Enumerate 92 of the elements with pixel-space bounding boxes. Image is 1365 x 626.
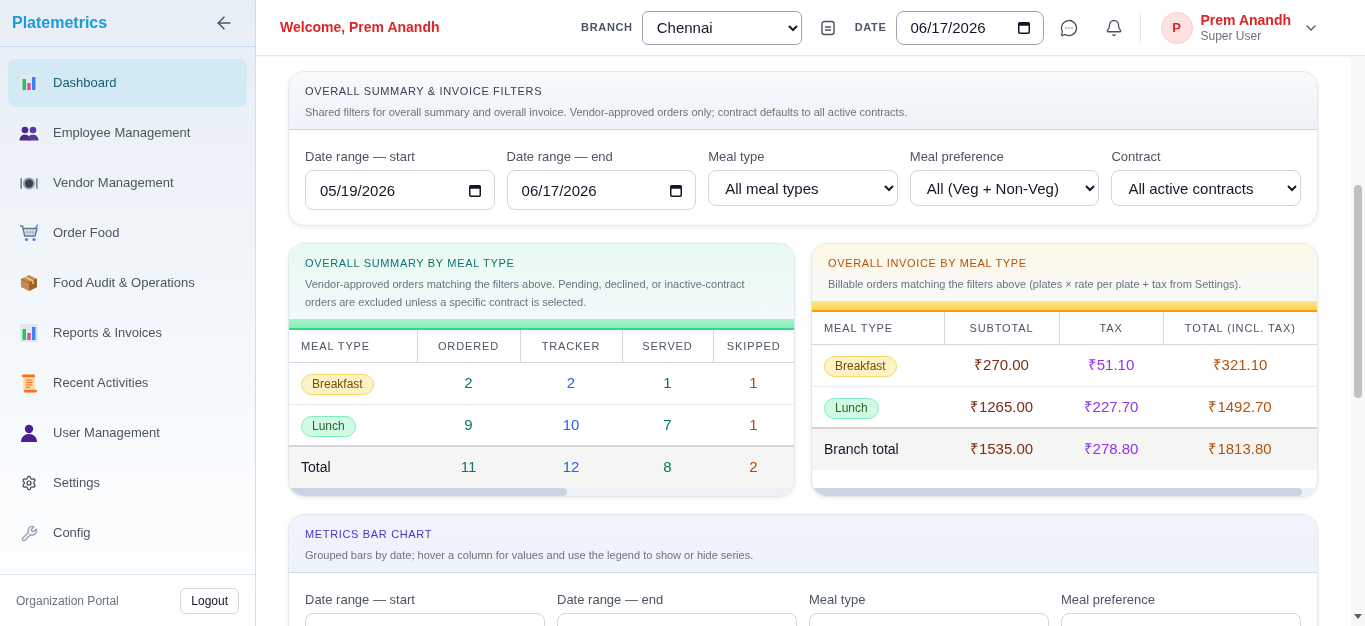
column-header: SUBTOTAL [944,312,1059,344]
card-description: Vendor-approved orders matching the filters above. Pending, declined, or inactive-contract orders are excluded unless a specific contract is selected. [305,277,746,310]
table-cell: 7 [622,404,713,446]
column-header: TOTAL (INCL. TAX) [1163,312,1317,344]
field-label: Date range — end [506,149,614,165]
card-title: METRICS BAR CHART [305,527,434,542]
chat-icon[interactable] [1059,18,1078,37]
table-cell: Branch total [812,428,944,470]
select-field[interactable]: All (Veg + Non-Veg) [909,170,1100,206]
calendar-icon[interactable] [468,183,481,197]
date-field[interactable]: 06/17/2026 [895,10,1044,45]
table-cell: ₹1492.70 [1163,386,1317,428]
sidebar-item[interactable]: Settings [8,459,247,507]
scrollbar-thumb[interactable] [1354,185,1362,398]
sidebar-item[interactable]: Vendor Management [8,159,247,207]
card-description: Shared filters for overall summary and overall invoice. Vendor-approved orders only; contract defaults to all active contracts. [305,105,909,120]
sidebar-item[interactable]: Food Audit & Operations [8,259,247,307]
cart-icon [19,224,39,242]
column-header: TAX [1059,312,1163,344]
meal-type-tag: Breakfast [301,374,374,395]
welcome-text: Welcome, Prem Anandh [280,18,440,37]
meal-type-tag: Lunch [301,415,356,437]
table-cell: 2 [520,362,622,404]
table-cell: 10 [520,404,622,446]
field-label: Date range — end [557,592,665,608]
user-role: Super User [1200,28,1263,44]
branch-select[interactable]: Chennai [641,10,802,45]
table-cell: ₹270.00 [944,344,1059,386]
meal-type-tag: Breakfast [824,356,897,377]
calendar-icon[interactable] [1017,21,1030,34]
column-header: ORDERED [417,330,520,362]
settings-icon [21,475,37,491]
people-icon [19,125,39,141]
date-field[interactable]: 05/19/2026 [305,170,495,210]
table-cell: 1 [622,362,713,404]
sidebar-item[interactable]: User Management [8,409,247,457]
column-header: MEAL TYPE [812,312,944,344]
table-cell: 2 [417,362,520,404]
field-label: Meal preference [909,149,1005,165]
app-logo: Platemetrics [12,13,108,33]
calendar-icon[interactable] [670,183,683,197]
portal-label: Organization Portal [16,592,119,610]
user-name: Prem Anandh [1200,11,1291,29]
wrench-icon [20,524,38,542]
bar-chart-icon [20,324,38,342]
plate-icon [20,175,38,191]
card-title: OVERALL SUMMARY BY MEAL TYPE [305,256,516,271]
date-field[interactable]: 06/17/2026 [506,170,697,210]
column-header: SKIPPED [713,330,794,362]
logout-button[interactable]: Logout [180,587,239,614]
branch-label: BRANCH [581,20,633,36]
field-label: Meal preference [1061,592,1156,608]
card-title: OVERALL INVOICE BY MEAL TYPE [828,256,1028,271]
sidebar-item[interactable]: Order Food [8,209,247,257]
scroll-icon [20,373,38,393]
sidebar-item[interactable]: Recent Activities [8,359,247,407]
bar-chart-icon [20,74,38,92]
sidebar-item[interactable]: Config [8,509,247,557]
user-avatar[interactable]: P [1160,11,1193,44]
notification-bell-icon[interactable] [1104,18,1123,37]
field-label: Meal type [708,149,766,165]
sidebar-item[interactable]: Employee Management [8,109,247,157]
meal-type-tag: Lunch [824,397,879,419]
card-description: Billable orders matching the filters above (plates × rate per plate + tax from Settings). [828,277,1243,292]
table-cell: 1 [713,362,794,404]
table-cell: 1 [713,404,794,446]
field-label: Date range — start [305,149,416,165]
scroll-down-icon[interactable] [1354,614,1362,619]
sidebar-item[interactable]: Reports & Invoices [8,309,247,357]
box-icon [20,274,38,292]
table-cell: ₹278.80 [1059,428,1163,470]
document-icon[interactable] [819,19,836,36]
column-header: SERVED [622,330,713,362]
table-cell: ₹51.10 [1059,344,1163,386]
field-label: Meal type [809,592,867,608]
date-label: DATE [854,20,887,36]
select-field[interactable]: All active contracts [1111,170,1301,206]
card-title: OVERALL SUMMARY & INVOICE FILTERS [305,84,544,99]
field-label: Contract [1111,149,1162,165]
person-icon [20,424,38,442]
card-description: Grouped bars by date; hover a column for values and use the legend to show or hide series. [305,548,755,563]
table-cell: 9 [417,404,520,446]
table-cell: ₹1265.00 [944,386,1059,428]
column-header: TRACKER [520,330,622,362]
table-cell: ₹227.70 [1059,386,1163,428]
table-cell: ₹321.10 [1163,344,1317,386]
table-cell: ₹1813.80 [1163,428,1317,470]
table-cell: ₹1535.00 [944,428,1059,470]
column-header: MEAL TYPE [289,330,417,362]
sidebar-item[interactable]: Dashboard [8,59,247,107]
field-label: Date range — start [305,592,416,608]
select-field[interactable]: All meal types [708,170,898,206]
